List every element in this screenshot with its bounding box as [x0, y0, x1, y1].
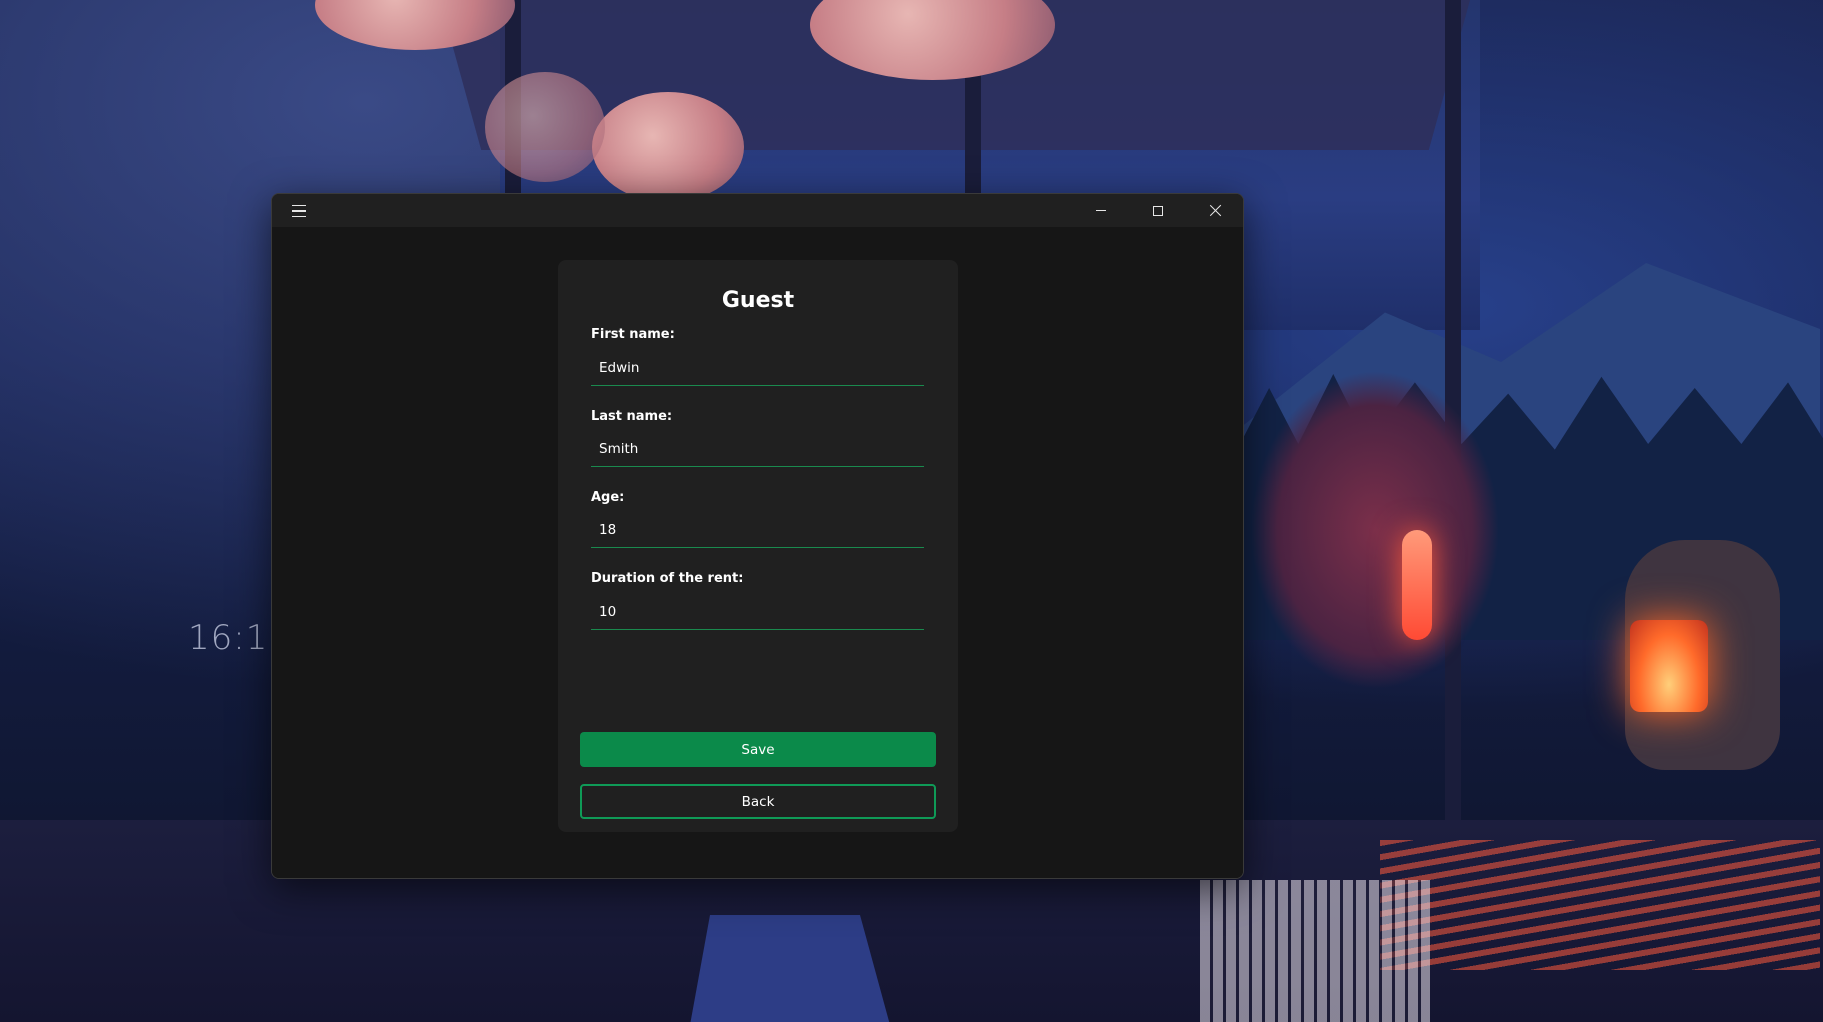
hamburger-menu-icon[interactable] — [288, 201, 310, 221]
form-title: Guest — [721, 288, 795, 313]
last-name-input[interactable] — [591, 431, 924, 467]
guest-form-card: Guest First name: Last name: Age: Durati… — [558, 260, 958, 832]
wallpaper-laptop — [690, 915, 890, 1022]
minimize-icon — [1096, 210, 1106, 211]
wallpaper-lava-lamp — [1402, 530, 1432, 640]
wallpaper-rug — [1380, 840, 1820, 970]
rent-duration-input[interactable] — [591, 594, 924, 630]
rent-duration-label: Duration of the rent: — [591, 571, 744, 586]
app-window: Guest First name: Last name: Age: Durati… — [271, 193, 1244, 879]
minimize-button[interactable] — [1073, 194, 1129, 227]
wallpaper-plant — [1250, 370, 1500, 690]
wallpaper-lamp — [485, 72, 605, 182]
last-name-label: Last name: — [591, 409, 673, 424]
wallpaper-fire — [1630, 620, 1708, 712]
age-input[interactable] — [591, 512, 924, 548]
title-bar[interactable] — [272, 194, 1243, 227]
wallpaper-keyboard — [1200, 880, 1430, 1022]
wallpaper-lamp — [592, 92, 744, 202]
maximize-icon — [1153, 205, 1163, 216]
age-label: Age: — [591, 490, 625, 505]
back-button[interactable]: Back — [580, 784, 936, 819]
first-name-input[interactable] — [591, 350, 924, 386]
maximize-button[interactable] — [1130, 194, 1186, 227]
first-name-label: First name: — [591, 327, 675, 342]
close-icon — [1209, 204, 1222, 217]
window-content: Guest First name: Last name: Age: Durati… — [272, 227, 1243, 878]
save-button[interactable]: Save — [580, 732, 936, 767]
close-button[interactable] — [1187, 194, 1243, 227]
